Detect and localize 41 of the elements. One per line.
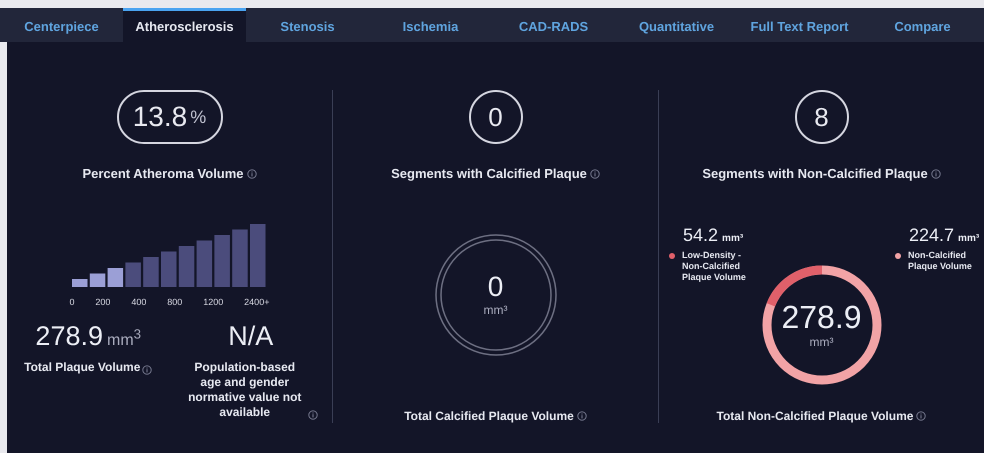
metric-label: Segments with Calcified Plaque — [391, 166, 587, 181]
axis-tick-label: 0 — [70, 297, 75, 307]
legend-value: 224.7 mm³ — [909, 225, 980, 246]
normative-value: N/A — [228, 321, 274, 352]
info-icon[interactable] — [916, 411, 926, 421]
unit-label: mm³ — [810, 335, 834, 349]
total-plaque-value: 278.9 mm$^{3}$ — [35, 321, 142, 352]
info-icon[interactable] — [576, 411, 587, 421]
info-icon[interactable] — [930, 168, 941, 178]
metric-label: Population-based age and gender normative value not available — [187, 360, 302, 420]
info-icon[interactable] — [246, 168, 257, 178]
tab[interactable]: Centerpiece — [0, 8, 123, 42]
metric-label: Total Non-Calcified Plaque Volume — [716, 409, 914, 423]
metric-label: Total Plaque Volume — [24, 360, 140, 375]
tab[interactable]: Compare — [861, 8, 984, 42]
tab[interactable]: Ischemia — [369, 8, 492, 42]
axis-tick-label: 800 — [167, 297, 182, 307]
calcified-volume-value: 0 — [488, 273, 504, 301]
metric-label: Percent Atheroma Volume — [82, 166, 244, 181]
axis-tick-label: 200 — [95, 297, 110, 307]
segment-count: 8 — [794, 90, 848, 144]
info-icon[interactable] — [142, 365, 152, 375]
segment-count: 0 — [468, 90, 522, 144]
tab[interactable]: Stenosis — [246, 8, 369, 42]
axis-tick-label: 1200 — [203, 297, 224, 307]
tab[interactable]: Quantitative — [615, 8, 738, 42]
metric-label: Total Calcified Plaque Volume — [404, 409, 574, 423]
atheroma-percent-pill: 13.8% — [116, 90, 222, 144]
metric-label: Segments with Non-Calcified Plaque — [702, 166, 928, 181]
info-icon[interactable] — [590, 168, 600, 178]
axis-tick-label: 400 — [131, 297, 146, 307]
legend-label: Low-Density - Non-Calcified Plaque Volume — [682, 250, 747, 283]
axis-tick-label: 2400+ — [244, 297, 270, 307]
noncalcified-volume-value: 278.9 — [781, 301, 862, 333]
info-icon[interactable] — [308, 410, 318, 420]
unit-label: mm³ — [484, 303, 508, 317]
legend-value: 54.2 mm³ — [683, 225, 744, 246]
tab[interactable]: Full Text Report — [738, 8, 861, 42]
tab[interactable]: Atherosclerosis — [123, 8, 246, 42]
legend-label: Non-Calcified Plaque Volume — [908, 250, 973, 272]
tab[interactable]: CAD-RADS — [492, 8, 615, 42]
